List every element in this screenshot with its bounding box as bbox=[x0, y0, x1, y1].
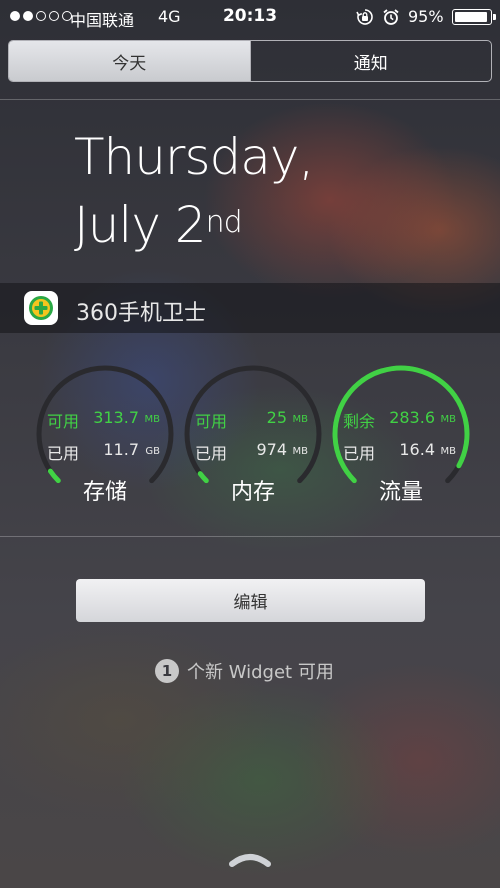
gauge-2[interactable]: 剩余 283.6 MB 已用 16.4 MB 流量 bbox=[329, 362, 473, 506]
alarm-icon bbox=[382, 8, 400, 30]
battery-level bbox=[455, 12, 488, 22]
gauge-row2-unit: GB bbox=[145, 446, 160, 457]
gauge-row1-value: 25 bbox=[266, 408, 287, 427]
gauge-row2-value: 974 bbox=[256, 440, 287, 459]
date-ordinal-suffix: nd bbox=[205, 205, 243, 240]
gauge-row2-label: 已用 bbox=[343, 444, 376, 463]
today-notifications-tabs: 今天 通知 bbox=[8, 40, 492, 82]
battery-tip bbox=[493, 14, 496, 20]
close-grabber-handle[interactable] bbox=[229, 852, 271, 872]
gauge-row2-value: 16.4 bbox=[399, 440, 435, 459]
gauge-name: 存储 bbox=[82, 480, 127, 505]
gauge-name: 流量 bbox=[378, 480, 423, 505]
gauge-0[interactable]: 可用 313.7 MB 已用 11.7 GB 存储 bbox=[33, 362, 177, 506]
gauge-name: 内存 bbox=[230, 480, 275, 505]
widget-header-360[interactable]: 360手机卫士 bbox=[0, 283, 500, 333]
gauge-row1-label: 可用 bbox=[195, 412, 228, 431]
battery-icon bbox=[452, 9, 496, 25]
gauge-row2-label: 已用 bbox=[47, 444, 80, 463]
gauge-row1-value: 313.7 bbox=[93, 408, 139, 427]
edit-button[interactable]: 编辑 bbox=[76, 579, 425, 622]
gauge-row1-unit: MB bbox=[440, 414, 457, 425]
gauge-1[interactable]: 可用 25 MB 已用 974 MB 内存 bbox=[181, 362, 325, 506]
gauge-row2-value: 11.7 bbox=[103, 440, 139, 459]
360-guard-icon bbox=[24, 291, 58, 325]
divider bbox=[0, 536, 500, 537]
gauge-row1-value: 283.6 bbox=[389, 408, 435, 427]
date-weekday: Thursday, bbox=[74, 128, 314, 186]
date-month-day-text: July 2 bbox=[74, 196, 207, 254]
date-month-day: July 2nd bbox=[74, 196, 243, 254]
new-widget-count-badge: 1 bbox=[155, 659, 179, 683]
new-widget-text: 个新 Widget 可用 bbox=[187, 662, 334, 683]
tab-notifications[interactable]: 通知 bbox=[249, 41, 492, 81]
gauge-row1-label: 可用 bbox=[47, 412, 80, 431]
tab-today[interactable]: 今天 bbox=[9, 41, 250, 81]
gauge-row2-unit: MB bbox=[440, 446, 457, 457]
rotation-lock-icon bbox=[356, 8, 374, 30]
status-bar: 中国联通 4G 20:13 95% bbox=[0, 0, 500, 34]
new-widget-notice[interactable]: 1 个新 Widget 可用 bbox=[155, 658, 334, 684]
gauge-row1-unit: MB bbox=[292, 414, 309, 425]
gauge-row1-label: 剩余 bbox=[343, 412, 376, 431]
gauge-row2-unit: MB bbox=[292, 446, 309, 457]
gauge-row2-label: 已用 bbox=[195, 444, 228, 463]
battery-percent: 95% bbox=[408, 7, 444, 26]
gauge-row1-unit: MB bbox=[144, 414, 161, 425]
widget-title: 360手机卫士 bbox=[76, 301, 206, 326]
divider bbox=[0, 99, 500, 100]
